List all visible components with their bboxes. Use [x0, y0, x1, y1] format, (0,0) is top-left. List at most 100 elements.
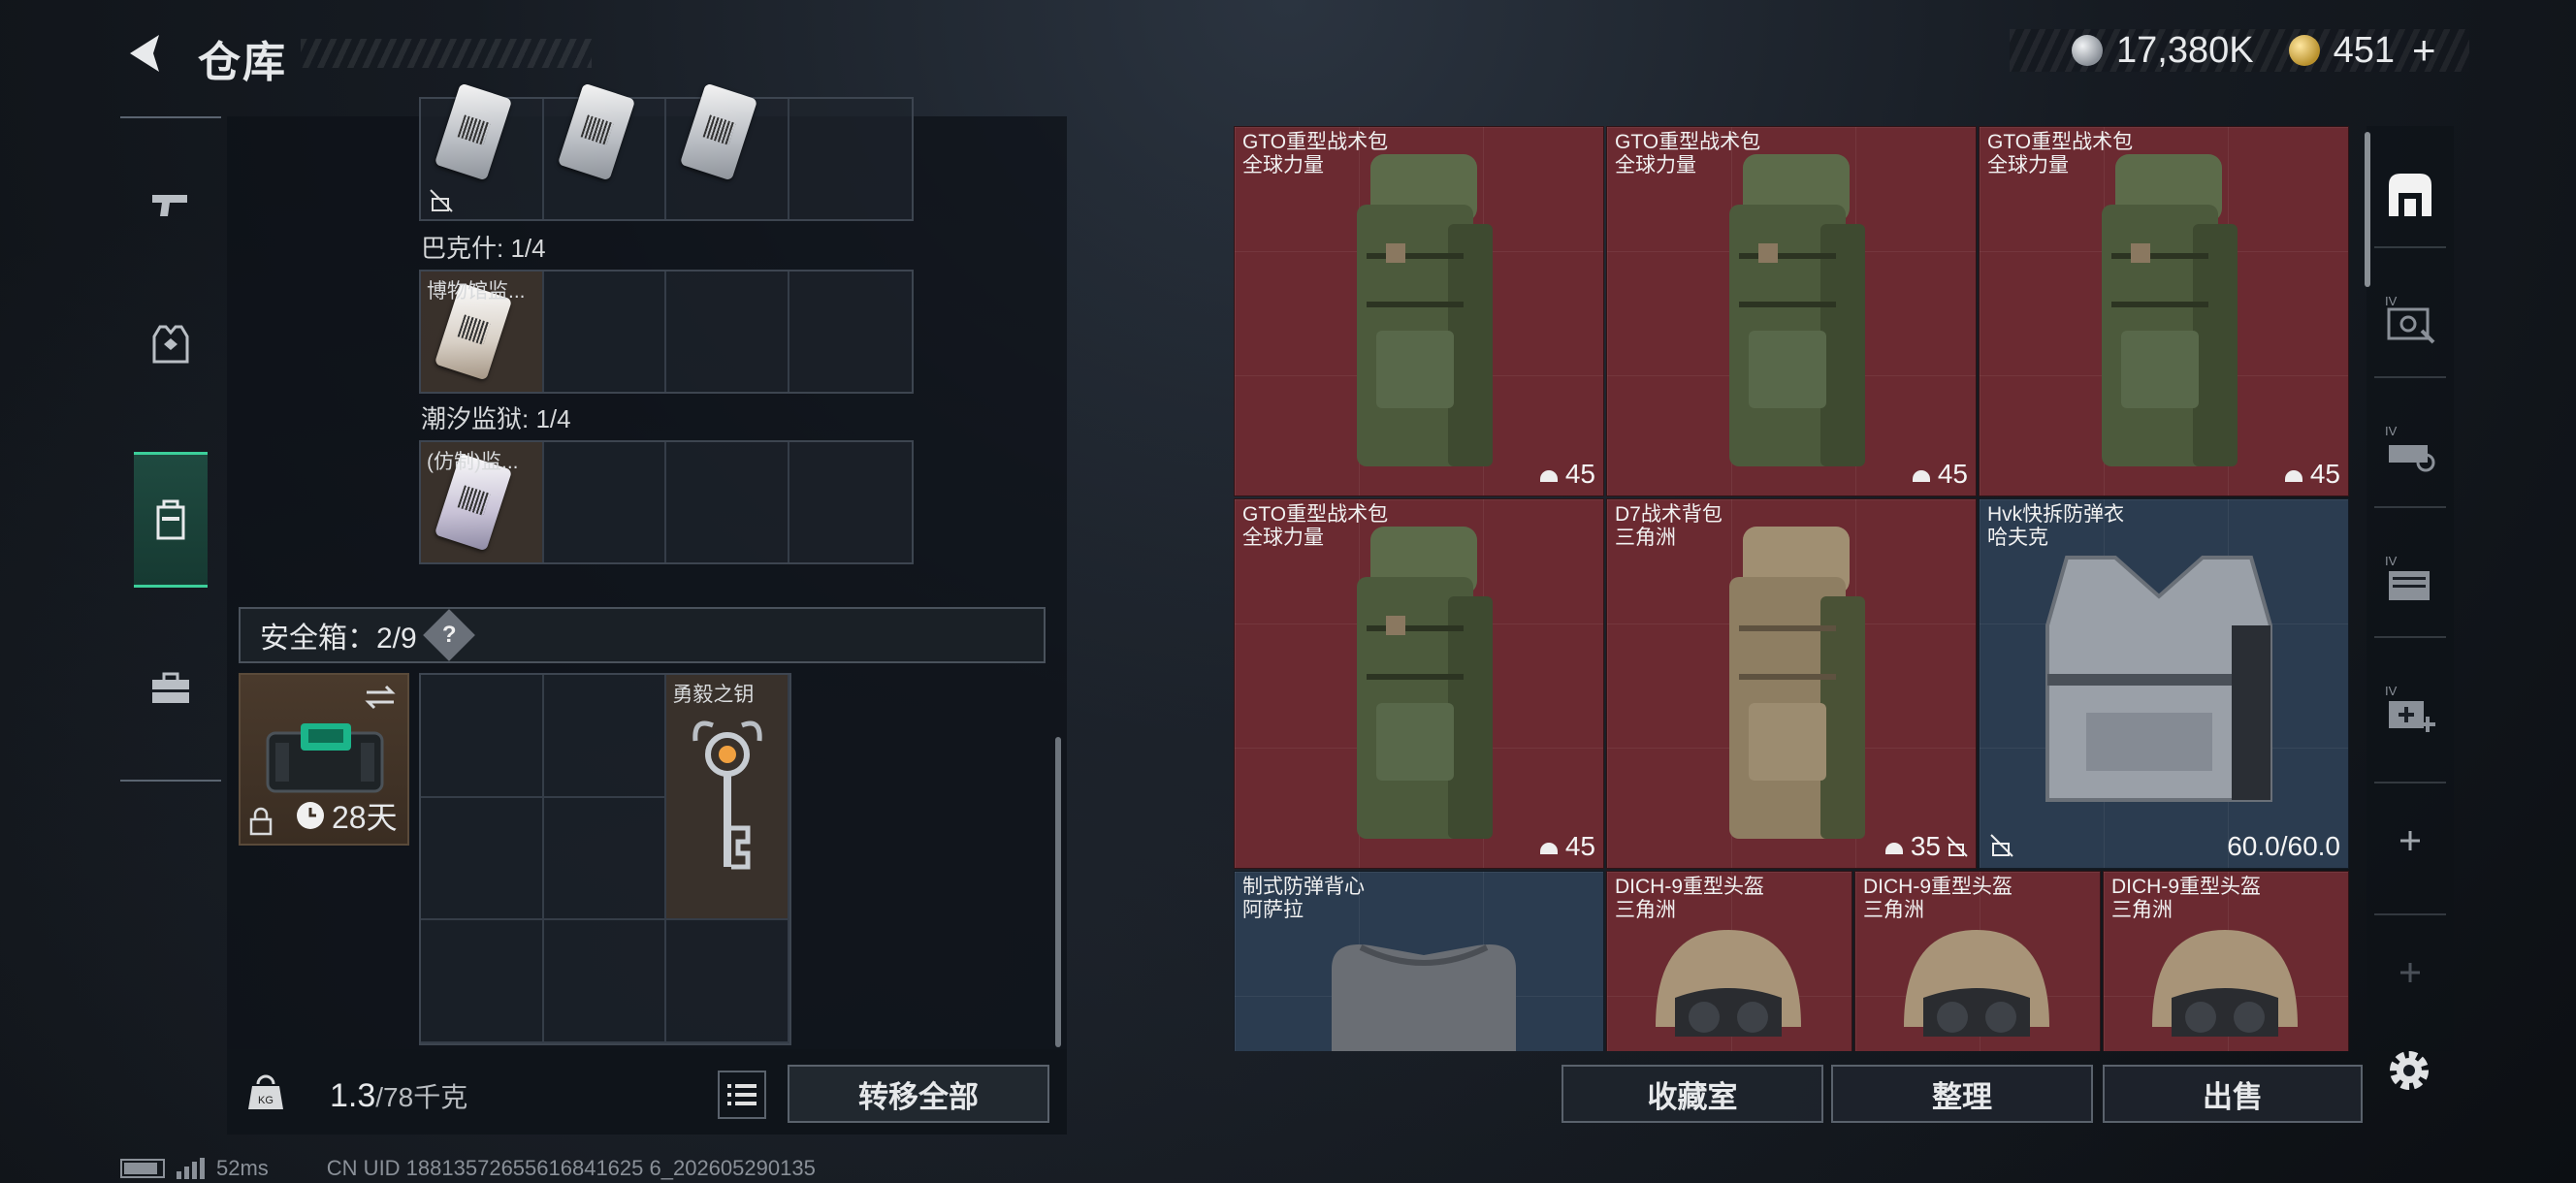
rank-iv-car-icon: IV	[2385, 424, 2435, 472]
grid-cell[interactable]	[666, 272, 789, 392]
plus-icon	[2400, 831, 2420, 850]
help-button[interactable]: ?	[422, 609, 475, 661]
grid-cell[interactable]	[789, 272, 913, 392]
list-view-button[interactable]	[718, 1071, 766, 1119]
durability: 45	[1911, 459, 1968, 490]
durability: 45	[1538, 459, 1595, 490]
item-faction: 全球力量	[1242, 154, 1324, 176]
grid-cell[interactable]	[666, 920, 789, 1043]
item-faction: 阿萨拉	[1242, 899, 1304, 921]
safe-box-header: 安全箱：2/9 ?	[239, 607, 1046, 663]
tab-separator	[2374, 506, 2446, 508]
grid-cell[interactable]: (仿制)监...	[421, 442, 544, 562]
tab-weapons-storage[interactable]: IV	[2378, 287, 2442, 351]
swap-icon[interactable]	[363, 683, 398, 712]
tab-documents-storage[interactable]: IV	[2378, 547, 2442, 611]
durability-value: 45	[1564, 459, 1595, 489]
grid-cell[interactable]	[666, 82, 789, 219]
grid-cell[interactable]: 博物馆监...	[421, 272, 544, 392]
add-currency-button[interactable]: +	[2412, 27, 2436, 74]
stash-item[interactable]: DICH-9重型头盔 三角洲	[2103, 871, 2349, 1051]
keycard-row-top	[419, 82, 914, 221]
stash-item[interactable]: DICH-9重型头盔 三角洲	[1854, 871, 2101, 1051]
gold-amount: 451	[2333, 29, 2395, 71]
ping: 52ms	[216, 1156, 269, 1180]
group-label-bakesh: 巴克什: 1/4	[421, 234, 546, 263]
stash-item[interactable]: GTO重型战术包 全球力量 45	[1234, 498, 1604, 869]
stash-item[interactable]: D7战术背包 三角洲 35	[1606, 498, 1977, 869]
durability-value: 45	[1564, 831, 1595, 861]
add-storage-button[interactable]	[2378, 809, 2442, 873]
tab-separator	[2374, 913, 2446, 915]
keycard-icon	[679, 82, 758, 181]
durability: 45	[1538, 831, 1595, 862]
stash-item[interactable]: GTO重型战术包 全球力量 45	[1234, 126, 1604, 496]
stash-item[interactable]: 制式防弹背心 阿萨拉	[1234, 871, 1604, 1051]
stash-footer: 收藏室 整理 出售	[1234, 1051, 2367, 1135]
grid-cell[interactable]	[544, 82, 666, 219]
tab-separator	[2374, 246, 2446, 248]
grid-cell[interactable]	[789, 442, 913, 562]
item-name: 博物馆监...	[427, 280, 526, 303]
stash-item[interactable]: Hvk快拆防弹衣 哈夫克 60.0/60.0	[1979, 498, 2349, 869]
backpack-icon	[2102, 154, 2238, 466]
grid-cell[interactable]	[543, 797, 667, 921]
backpack-footer: KG 1.3/78千克 转移全部	[227, 1049, 1067, 1135]
tab-medical-storage[interactable]: IV	[2378, 677, 2442, 741]
gear-icon[interactable]	[2382, 1043, 2436, 1098]
keycard-icon	[434, 82, 513, 181]
stash-item[interactable]: DICH-9重型头盔 三角洲	[1606, 871, 1852, 1051]
tab-weapons[interactable]	[134, 138, 208, 273]
signal-icon	[177, 1158, 205, 1179]
item-name: Hvk快拆防弹衣 哈夫克	[1987, 503, 2124, 550]
sell-button[interactable]: 出售	[2103, 1065, 2363, 1123]
grid-cell[interactable]	[544, 442, 666, 562]
grid-cell[interactable]	[421, 920, 544, 1043]
tab-backpack[interactable]	[134, 452, 208, 588]
stash-item[interactable]: GTO重型战术包 全球力量 45	[1606, 126, 1977, 496]
header: 仓库 17,380K 451 +	[0, 0, 2576, 107]
tab-stash[interactable]	[2378, 163, 2442, 227]
backpack-icon	[1357, 154, 1493, 466]
grid-cell[interactable]	[421, 797, 544, 921]
grid-cell[interactable]	[543, 675, 667, 798]
backpack-icon	[1729, 154, 1865, 466]
stash-scrollbar[interactable]	[2365, 132, 2370, 287]
grid-cell[interactable]	[544, 272, 666, 392]
item-faction: 哈夫克	[1987, 527, 2048, 549]
item-title: Hvk快拆防弹衣	[1987, 503, 2125, 526]
safe-box-item[interactable]: 28天	[239, 673, 409, 846]
tab-vehicle-storage[interactable]: IV	[2378, 417, 2442, 481]
durability-value: 35	[1910, 831, 1941, 861]
durability: 60.0/60.0	[2227, 831, 2340, 862]
backpack-scrollbar[interactable]	[1055, 737, 1061, 1047]
stash-item[interactable]: GTO重型战术包 全球力量 45	[1979, 126, 2349, 496]
silver-coin-icon	[2072, 35, 2103, 66]
grid-cell[interactable]	[421, 82, 544, 219]
tab-armor[interactable]	[134, 277, 208, 413]
tab-separator	[2374, 782, 2446, 783]
grid-cell[interactable]	[789, 99, 913, 219]
unlock-icon	[1947, 836, 1968, 857]
item-title: D7战术背包	[1615, 503, 1723, 526]
silver-amount: 17,380K	[2116, 29, 2254, 71]
key-item-cell[interactable]: 勇毅之钥	[666, 675, 789, 921]
durability-value: 45	[2309, 459, 2340, 489]
helmet-icon	[1539, 843, 1558, 854]
unlock-icon	[430, 189, 453, 212]
sort-button[interactable]: 整理	[1831, 1065, 2093, 1123]
collection-button[interactable]: 收藏室	[1562, 1065, 1823, 1123]
title-stripe	[301, 39, 592, 68]
grid-cell[interactable]	[543, 920, 667, 1043]
rank-label: IV	[2385, 294, 2398, 308]
key-icon	[692, 720, 762, 870]
transfer-all-button[interactable]: 转移全部	[788, 1065, 1049, 1123]
tab-toolbox[interactable]	[134, 621, 208, 756]
grid-cell[interactable]	[421, 675, 544, 798]
gold-coin-icon	[2288, 35, 2320, 66]
grid-cell[interactable]	[666, 442, 789, 562]
add-storage-button-disabled[interactable]	[2378, 941, 2442, 1005]
tab-separator	[2374, 376, 2446, 378]
rank-iv-gun-icon: IV	[2385, 294, 2435, 344]
back-arrow-icon[interactable]	[120, 29, 169, 78]
